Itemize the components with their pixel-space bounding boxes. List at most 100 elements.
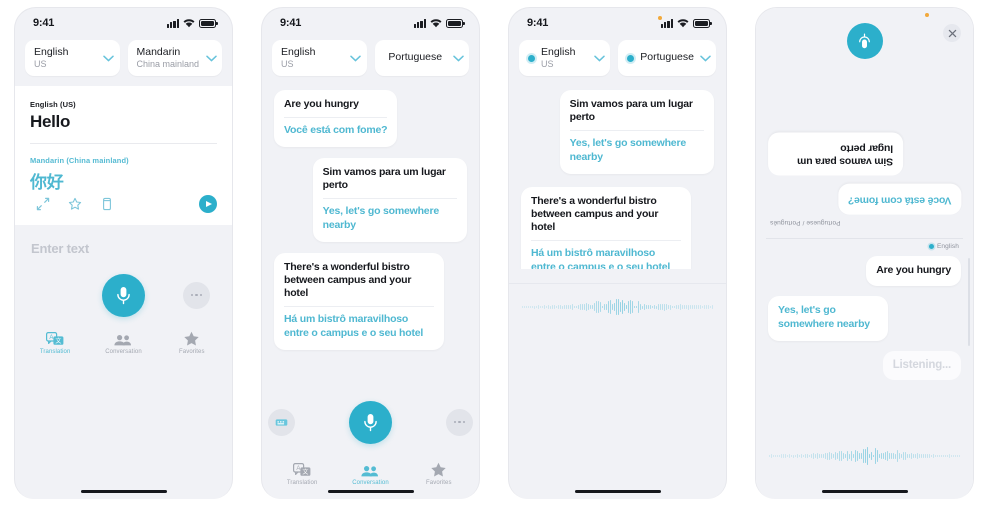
keyboard-icon[interactable] [268, 408, 295, 436]
result-toolbar [15, 193, 232, 225]
battery-full-icon [693, 18, 712, 28]
microphone-icon[interactable] [349, 400, 392, 444]
svg-text:A: A [50, 335, 54, 341]
conversation-bubble[interactable]: Are you hungry Você está com fome? [274, 90, 398, 147]
source-language-selector[interactable]: English US [272, 40, 367, 76]
two-people-icon [113, 332, 133, 347]
bubble-divider [322, 198, 457, 200]
home-indicator [574, 489, 661, 493]
conversation-bubble[interactable]: Are you hungry [866, 256, 961, 287]
result-divider [30, 143, 217, 144]
phone-3-listening: 9:41 English US Portuguese Sim vamos par… [494, 0, 741, 506]
text-input-area: Enter text [15, 225, 232, 326]
mic-controls-row [31, 264, 216, 326]
tab-conversation-label: Conversation [105, 349, 142, 355]
battery-full-icon [199, 18, 218, 28]
status-time: 9:41 [280, 17, 302, 29]
conversation-bubble[interactable]: Sim vamos para um lugar perto Yes, let's… [559, 90, 714, 174]
bubble-divider [284, 306, 434, 308]
face-to-face-top-messages[interactable]: Sim vamos para um lugar perto Você está … [756, 64, 973, 219]
chevron-down-icon[interactable] [592, 55, 606, 62]
phone-1-translate: 9:41 English US Mandarin China mainland … [0, 0, 247, 506]
status-time: 9:41 [33, 17, 55, 29]
tab-favorites[interactable]: Favorites [408, 462, 470, 486]
phone-2-conversation: 9:41 English US Portuguese Are you hungr… [247, 0, 494, 506]
star-outline-icon[interactable] [62, 193, 88, 215]
source-language-selector[interactable]: English US [25, 40, 120, 76]
svg-text:A: A [297, 466, 301, 472]
chevron-down-icon[interactable] [204, 55, 218, 62]
chevron-down-icon[interactable] [451, 55, 465, 62]
microphone-icon[interactable] [846, 23, 883, 59]
status-indicators [413, 18, 465, 28]
tab-favorites[interactable]: Favorites [161, 331, 223, 355]
bubble-text: Sim vamos para um lugar perto [797, 142, 894, 168]
audio-waveform-icon [756, 443, 973, 469]
conversation-bubble[interactable]: Sim vamos para um lugar perto Yes, let's… [312, 157, 467, 242]
tab-bar: 文A Translation Conversation Favorites [15, 326, 232, 368]
conversation-bubble[interactable]: Sim vamos para um lugar perto [768, 131, 904, 176]
chevron-down-icon[interactable] [698, 55, 712, 62]
battery-full-icon [446, 18, 465, 28]
target-language-selector[interactable]: Mandarin China mainland [127, 40, 222, 76]
star-filled-icon [430, 462, 447, 478]
svg-text:文: 文 [56, 337, 62, 345]
bubble-target-text: Há um bistrô maravilhoso entre o campus … [531, 247, 671, 269]
listening-bubble: Listening... [882, 350, 961, 380]
conversation-bubble[interactable]: Você está com fome? [837, 184, 961, 215]
bubble-text: Are you hungry [876, 264, 951, 276]
tab-conversation[interactable]: Conversation [339, 463, 401, 486]
expand-arrows-icon[interactable] [30, 193, 56, 215]
bubble-target-text: Você está com fome? [284, 124, 388, 137]
ellipsis-icon[interactable] [446, 408, 473, 436]
phone-card-icon[interactable] [94, 193, 120, 215]
conversation-list[interactable]: Sim vamos para um lugar perto Yes, let's… [509, 86, 726, 269]
close-icon[interactable] [943, 24, 961, 42]
conversation-bubble[interactable]: There's a wonderful bistro between campu… [274, 252, 444, 350]
chevron-down-icon[interactable] [102, 55, 116, 62]
bottom-language-active-dot [928, 244, 934, 249]
face-to-face-bottom-language-label: English [756, 239, 973, 250]
target-language-name: Mandarin [136, 47, 181, 59]
source-language-region: US [281, 58, 294, 69]
target-language-text: Mandarin China mainland [137, 47, 201, 69]
translate-cards-icon: 文A [293, 463, 311, 478]
target-language-selector[interactable]: Portuguese [374, 40, 469, 76]
bubble-text: Você está com fome? [847, 195, 951, 207]
tab-conversation[interactable]: Conversation [92, 332, 154, 355]
tab-translation[interactable]: 文A Translation [271, 463, 333, 486]
waveform-divider [509, 283, 726, 284]
tab-translation[interactable]: 文A Translation [24, 332, 86, 355]
chevron-down-icon[interactable] [349, 55, 363, 62]
audio-waveform-icon [509, 294, 726, 320]
bubble-divider [569, 130, 704, 132]
bubble-source-text: Sim vamos para um lugar perto [569, 98, 693, 124]
conversation-list[interactable]: Are you hungry Você está com fome? Sim v… [262, 86, 479, 391]
conversation-bubble[interactable]: There's a wonderful bistro between campu… [521, 186, 691, 269]
language-bar: English US Mandarin China mainland [15, 34, 232, 86]
source-language-name: English [34, 47, 69, 59]
microphone-icon[interactable] [102, 273, 145, 317]
mic-controls-row [262, 391, 479, 453]
source-language-selector[interactable]: English US [519, 40, 611, 76]
text-input-placeholder[interactable]: Enter text [31, 241, 216, 256]
tab-bar: 文A Translation Conversation Favorites [262, 457, 479, 499]
source-language-name: English [541, 47, 576, 59]
svg-text:文: 文 [303, 468, 309, 476]
source-language-region: US [34, 58, 47, 69]
source-language-region: US [541, 58, 554, 69]
target-result-text: 你好 [30, 173, 64, 192]
status-bar: 9:41 [262, 8, 479, 34]
play-circle-icon[interactable] [199, 195, 217, 213]
ellipsis-icon[interactable] [183, 281, 210, 309]
conversation-bubble[interactable]: Yes, let's go somewhere nearby [768, 296, 888, 341]
face-to-face-bottom-messages[interactable]: Are you hungry Yes, let's go somewhere n… [756, 250, 973, 443]
target-language-selector[interactable]: Portuguese [618, 40, 716, 76]
tab-favorites-label: Favorites [426, 480, 452, 486]
bubble-source-text: There's a wonderful bistro between campu… [531, 194, 659, 234]
scrollbar-thumb[interactable] [968, 258, 970, 346]
face-to-face-top-half: Sim vamos para um lugar perto Você está … [756, 8, 973, 230]
cellular-bars-icon [660, 18, 673, 28]
bubble-source-text: Sim vamos para um lugar perto [322, 165, 446, 192]
phone-3-screen: 9:41 English US Portuguese Sim vamos par… [508, 7, 727, 499]
